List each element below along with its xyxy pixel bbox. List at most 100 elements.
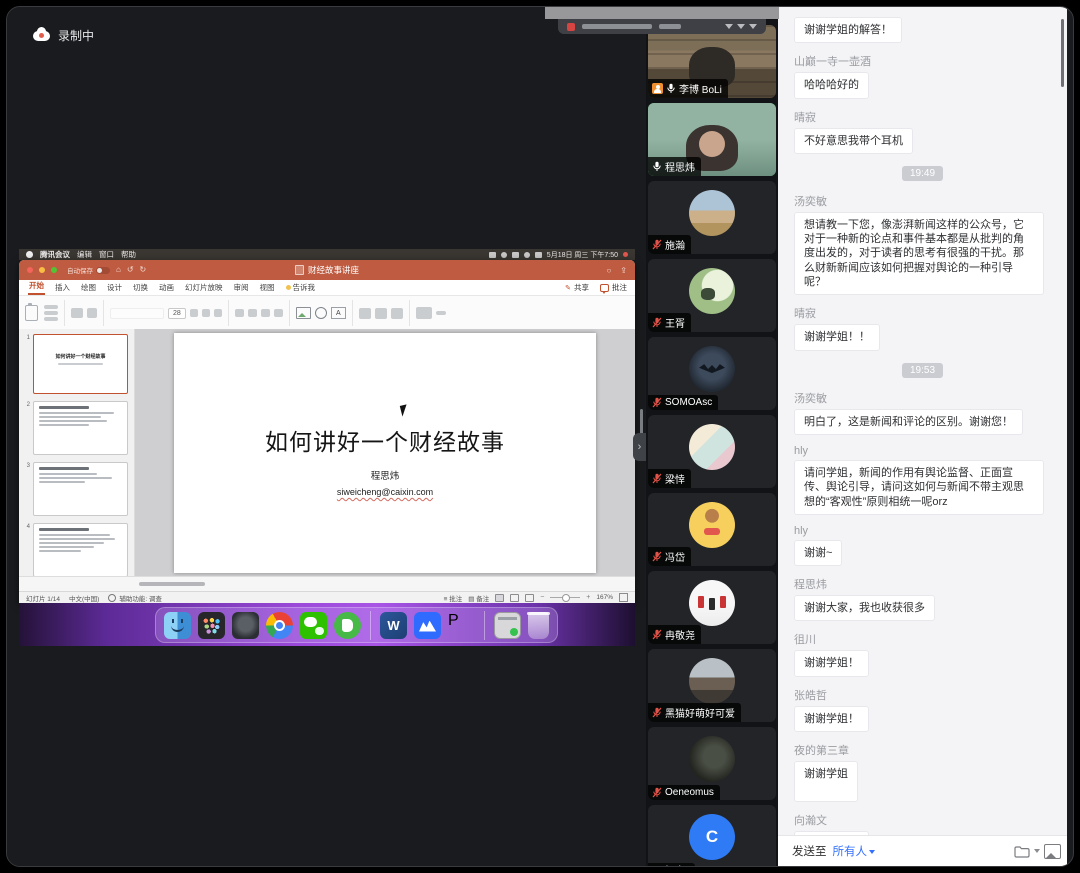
insert-group[interactable]: A xyxy=(296,307,346,319)
slide-thumbnail[interactable]: 4 xyxy=(21,523,128,577)
menubar-item[interactable]: 编辑 xyxy=(77,249,92,260)
participant-tile[interactable]: 程思炜 xyxy=(648,103,776,176)
ribbon-tab[interactable]: 视图 xyxy=(259,282,276,295)
chrome-dock-icon[interactable] xyxy=(266,612,293,639)
ribbon-tab[interactable]: 幻灯片放映 xyxy=(184,282,224,295)
ribbon-tab[interactable]: 设计 xyxy=(106,282,123,295)
powerpoint-dock-icon[interactable]: P xyxy=(448,612,475,639)
zoom-slider[interactable] xyxy=(550,597,580,599)
slide-thumbnail[interactable]: 2 xyxy=(21,401,128,455)
share-window-icon[interactable]: ⇪ xyxy=(620,266,627,275)
zoom-out-button[interactable]: − xyxy=(540,594,544,601)
slideshow-view-icon[interactable] xyxy=(525,594,534,602)
participant-tile[interactable]: 冯岱 xyxy=(648,493,776,566)
minimize-traffic-light[interactable] xyxy=(39,267,45,273)
slide-thumbnail-panel[interactable]: 1如何讲好一个财经故事2345 xyxy=(19,329,135,577)
trash-dock-icon[interactable] xyxy=(528,612,549,639)
chat-scrollbar[interactable] xyxy=(1061,19,1064,87)
chat-message: 晴寂谢谢学姐！！ xyxy=(794,305,880,350)
undo-icon[interactable]: ↺ xyxy=(127,266,134,274)
thumbnail-preview[interactable] xyxy=(33,401,128,455)
thumbnail-preview[interactable] xyxy=(33,523,128,577)
evernote-menu-icon[interactable] xyxy=(489,252,496,258)
evernote-dock-icon[interactable] xyxy=(334,612,361,639)
launchpad-dock-icon[interactable] xyxy=(198,612,225,639)
word-dock-icon[interactable]: W xyxy=(380,612,407,639)
comments-button[interactable]: 批注 xyxy=(600,282,627,293)
mac-dock[interactable]: WP xyxy=(155,607,558,643)
ribbon-tab[interactable]: 开始 xyxy=(28,280,45,295)
picture-icon[interactable] xyxy=(296,307,311,319)
paste-clipboard-icon[interactable] xyxy=(25,305,38,321)
chat-message-list[interactable]: 谢谢学姐的解答！山巅一寺一壶酒哈哈哈好的晴寂不好意思我带个耳机19:49汤奕敏想… xyxy=(778,7,1067,835)
slide-thumbnail[interactable]: 3 xyxy=(21,462,128,516)
shapes-icon[interactable] xyxy=(315,307,327,319)
ribbon-tab[interactable]: 绘图 xyxy=(80,282,97,295)
participant-tile[interactable]: Oeneomus xyxy=(648,727,776,800)
ribbon-tab[interactable]: 动画 xyxy=(158,282,175,295)
participant-tile[interactable]: 施瀚 xyxy=(648,181,776,254)
ribbon-tab[interactable]: 切换 xyxy=(132,282,149,295)
notes-pane[interactable] xyxy=(19,576,635,591)
menubar-item[interactable]: 窗口 xyxy=(99,249,114,260)
paragraph-group[interactable] xyxy=(235,309,283,317)
clipboard-group[interactable] xyxy=(44,305,58,321)
redo-icon[interactable]: ↻ xyxy=(140,266,147,274)
thumbnail-preview[interactable] xyxy=(33,462,128,516)
participant-tile[interactable]: SOMOAsc xyxy=(648,337,776,410)
wechat-dock-icon[interactable] xyxy=(300,612,327,639)
zoom-in-button[interactable]: + xyxy=(586,594,590,601)
ribbon-tab[interactable]: 插入 xyxy=(54,282,71,295)
notes-status-button[interactable]: ▤ 备注 xyxy=(468,593,489,603)
menubar-item[interactable]: 腾讯会议 xyxy=(40,249,70,260)
wifi-icon[interactable] xyxy=(512,252,519,258)
chevron-down-icon[interactable] xyxy=(1034,849,1040,853)
participant-tile[interactable]: 李博 BoLi xyxy=(648,25,776,98)
zoom-level[interactable]: 167% xyxy=(596,594,613,601)
slide-sorter-view-icon[interactable] xyxy=(510,594,519,602)
menubar-clock[interactable]: 5月18日 周三 下午7:50 xyxy=(547,250,618,260)
thumbnail-preview[interactable]: 如何讲好一个财经故事 xyxy=(33,334,128,394)
send-to-selector[interactable]: 所有人 xyxy=(833,843,876,859)
menubar-item[interactable]: 帮助 xyxy=(121,249,136,260)
normal-view-icon[interactable] xyxy=(495,594,504,602)
ribbon-tab[interactable]: 告诉我 xyxy=(285,282,317,295)
collapse-panel-tab[interactable]: › xyxy=(633,433,646,461)
toolbar-chevrons[interactable] xyxy=(725,24,757,29)
meeting-control-toolbar[interactable] xyxy=(558,19,766,34)
preview-dock-icon[interactable] xyxy=(494,612,521,639)
fit-to-window-icon[interactable] xyxy=(619,593,628,602)
slide-thumbnail[interactable]: 1如何讲好一个财经故事 xyxy=(21,334,128,394)
font-group[interactable]: 28 xyxy=(110,308,222,319)
accessibility-status[interactable]: 辅助功能: 调查 xyxy=(119,593,162,603)
battery-icon[interactable] xyxy=(501,252,507,258)
language-indicator[interactable]: 中文(中国) xyxy=(69,593,99,603)
participant-tile[interactable]: 梁悻 xyxy=(648,415,776,488)
input-source-icon[interactable] xyxy=(535,252,542,258)
search-icon[interactable] xyxy=(524,252,530,258)
screenshot-icon[interactable] xyxy=(1044,844,1061,859)
editing-group[interactable] xyxy=(416,307,446,319)
ribbon-tab[interactable]: 审阅 xyxy=(233,282,250,295)
finder-dock-icon[interactable] xyxy=(164,612,191,639)
folder-icon[interactable] xyxy=(1014,845,1030,858)
participant-tile[interactable]: 黑猫好萌好可爱 xyxy=(648,649,776,722)
arrange-group[interactable] xyxy=(359,308,403,319)
close-traffic-light[interactable] xyxy=(27,267,33,273)
text-box-icon[interactable]: A xyxy=(331,307,346,319)
participant-tile[interactable]: 王胥 xyxy=(648,259,776,332)
system-dock-icon[interactable] xyxy=(232,612,259,639)
zoom-traffic-light[interactable] xyxy=(51,267,57,273)
participant-tile[interactable]: Ccuriosity xyxy=(648,805,776,867)
slides-group[interactable] xyxy=(71,308,97,318)
font-size-select[interactable]: 28 xyxy=(168,308,186,319)
current-slide[interactable]: 如何讲好一个财经故事 程思炜 siweicheng@caixin.com xyxy=(174,333,596,573)
share-button[interactable]: ✎ 共享 xyxy=(565,282,589,293)
apple-logo-icon[interactable] xyxy=(26,251,33,258)
autosave-toggle[interactable]: 自动保存 xyxy=(67,265,110,275)
home-icon[interactable]: ⌂ xyxy=(116,266,121,274)
search-icon[interactable]: ○ xyxy=(606,266,611,275)
comments-status-button[interactable]: ≡ 批注 xyxy=(444,593,463,603)
participant-tile[interactable]: 冉敬尧 xyxy=(648,571,776,644)
meeting-dock-icon[interactable] xyxy=(414,612,441,639)
